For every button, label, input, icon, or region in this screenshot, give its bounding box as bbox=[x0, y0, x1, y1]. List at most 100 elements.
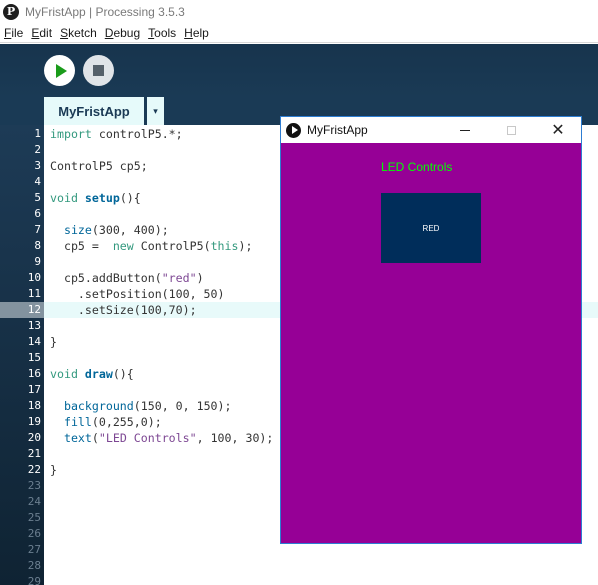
line-number: 18 bbox=[27, 399, 41, 412]
code-token: new bbox=[112, 239, 134, 253]
chevron-down-icon: ▾ bbox=[153, 105, 158, 116]
line-number: 28 bbox=[27, 559, 41, 572]
menu-item-edit[interactable]: Edit bbox=[31, 26, 52, 40]
sketch-titlebar[interactable]: MyFristApp ✕ bbox=[281, 117, 581, 143]
tab-menu-button[interactable]: ▾ bbox=[147, 97, 164, 125]
code-token: (150, 0, 150); bbox=[133, 399, 232, 413]
line-number: 9 bbox=[34, 255, 41, 268]
code-token: (){ bbox=[119, 191, 141, 205]
menu-bar: File Edit Sketch Debug Tools Help bbox=[0, 23, 598, 43]
line-number: 12 bbox=[27, 303, 41, 316]
maximize-button[interactable] bbox=[488, 117, 534, 143]
code-token: } bbox=[50, 335, 57, 349]
code-line[interactable]: void draw(){ bbox=[50, 366, 134, 382]
line-number: 11 bbox=[27, 287, 41, 300]
code-token: cp5.addButton( bbox=[50, 271, 162, 285]
code-line[interactable]: cp5.addButton("red") bbox=[50, 270, 204, 286]
menu-item-file[interactable]: File bbox=[4, 26, 23, 40]
line-number: 8 bbox=[34, 239, 41, 252]
line-number: 14 bbox=[27, 335, 41, 348]
maximize-icon bbox=[506, 125, 516, 135]
minimize-icon bbox=[460, 129, 470, 131]
window-titlebar: P MyFristApp | Processing 3.5.3 bbox=[0, 0, 598, 23]
line-number: 26 bbox=[27, 527, 41, 540]
line-number: 22 bbox=[27, 463, 41, 476]
code-token: "LED Controls" bbox=[98, 431, 197, 445]
line-number: 1 bbox=[34, 127, 41, 140]
code-line[interactable]: } bbox=[50, 334, 57, 350]
line-number: 6 bbox=[34, 207, 41, 220]
run-button[interactable] bbox=[44, 55, 75, 86]
code-line[interactable]: cp5 = new ControlP5(this); bbox=[50, 238, 253, 254]
line-number: 25 bbox=[27, 511, 41, 524]
code-token: text bbox=[63, 431, 92, 445]
line-number: 29 bbox=[27, 575, 41, 585]
menu-item-help[interactable]: Help bbox=[184, 26, 209, 40]
code-line[interactable]: .setSize(100,70); bbox=[50, 302, 197, 318]
menu-item-tools[interactable]: Tools bbox=[148, 26, 176, 40]
code-line[interactable]: void setup(){ bbox=[50, 190, 141, 206]
line-number: 13 bbox=[27, 319, 41, 332]
line-number: 5 bbox=[34, 191, 41, 204]
code-line[interactable]: fill(0,255,0); bbox=[50, 414, 162, 430]
sketch-window[interactable]: MyFristApp ✕ LED Controls RED bbox=[280, 116, 582, 544]
tab-myfristapp[interactable]: MyFristApp bbox=[44, 97, 144, 125]
code-token: draw bbox=[84, 367, 113, 381]
line-number: 16 bbox=[27, 367, 41, 380]
line-number: 15 bbox=[27, 351, 41, 364]
code-line[interactable]: text("LED Controls", 100, 30); bbox=[50, 430, 273, 446]
minimize-button[interactable] bbox=[442, 117, 488, 143]
code-token: .setSize(100,70); bbox=[50, 303, 197, 317]
code-token: } bbox=[50, 463, 57, 477]
processing-run-icon bbox=[286, 122, 301, 138]
stop-button[interactable] bbox=[83, 55, 114, 86]
close-icon: ✕ bbox=[551, 122, 565, 139]
play-icon bbox=[55, 63, 67, 78]
code-token: ); bbox=[238, 239, 253, 253]
code-token: ( bbox=[91, 431, 99, 445]
code-token: size bbox=[63, 223, 92, 237]
code-token: ControlP5( bbox=[133, 239, 211, 253]
sketch-canvas[interactable]: LED Controls RED bbox=[281, 143, 581, 543]
menu-item-sketch[interactable]: Sketch bbox=[60, 26, 97, 40]
line-number: 24 bbox=[27, 495, 41, 508]
line-number: 27 bbox=[27, 543, 41, 556]
code-token: void bbox=[50, 191, 78, 205]
led-controls-heading: LED Controls bbox=[381, 160, 453, 174]
red-button[interactable]: RED bbox=[381, 193, 481, 263]
line-number: 2 bbox=[34, 143, 41, 156]
code-line[interactable]: .setPosition(100, 50) bbox=[50, 286, 225, 302]
code-line[interactable]: import controlP5.*; bbox=[50, 126, 183, 142]
line-number: 4 bbox=[34, 175, 41, 188]
code-token: cp5 = bbox=[50, 239, 113, 253]
line-number: 23 bbox=[27, 479, 41, 492]
code-token: (300, 400); bbox=[91, 223, 169, 237]
stop-icon bbox=[93, 65, 104, 76]
code-line[interactable]: size(300, 400); bbox=[50, 222, 169, 238]
code-token: "red" bbox=[161, 271, 197, 285]
code-token: (){ bbox=[112, 367, 134, 381]
sketch-window-title: MyFristApp bbox=[307, 123, 368, 137]
code-token: (0,255,0); bbox=[91, 415, 162, 429]
code-token: ) bbox=[196, 271, 204, 285]
code-token: void bbox=[50, 367, 78, 381]
code-line[interactable]: } bbox=[50, 462, 57, 478]
code-line[interactable]: background(150, 0, 150); bbox=[50, 398, 232, 414]
code-token: setup bbox=[84, 191, 120, 205]
line-number: 20 bbox=[27, 431, 41, 444]
close-button[interactable]: ✕ bbox=[535, 117, 581, 143]
line-number: 7 bbox=[34, 223, 41, 236]
code-token: import bbox=[50, 127, 92, 141]
line-number: 21 bbox=[27, 447, 41, 460]
processing-logo-icon: P bbox=[3, 3, 19, 20]
menu-item-debug[interactable]: Debug bbox=[105, 26, 140, 40]
code-token: controlP5.*; bbox=[91, 127, 183, 141]
code-token: , 100, 30); bbox=[196, 431, 274, 445]
code-line[interactable]: ControlP5 cp5; bbox=[50, 158, 148, 174]
code-token: ControlP5 cp5; bbox=[50, 159, 148, 173]
code-token: this bbox=[210, 239, 239, 253]
line-number: 17 bbox=[27, 383, 41, 396]
